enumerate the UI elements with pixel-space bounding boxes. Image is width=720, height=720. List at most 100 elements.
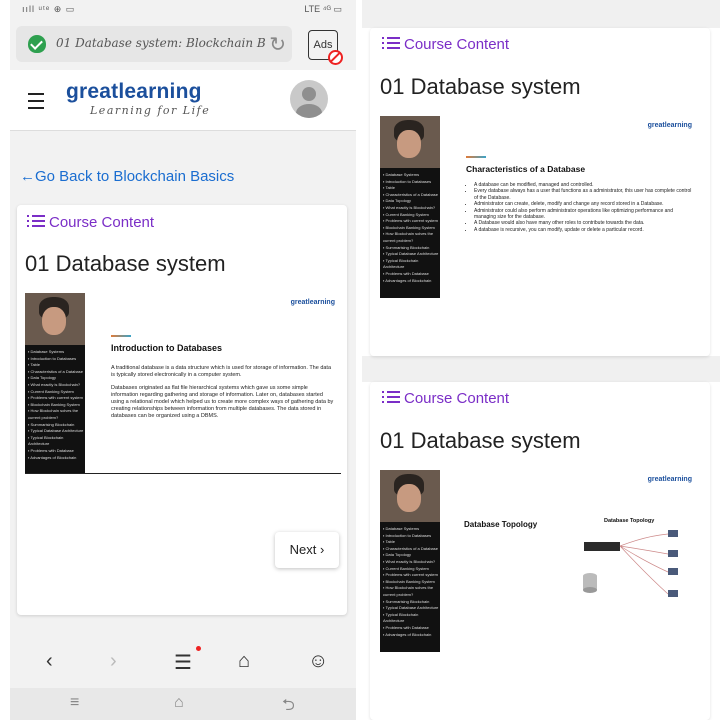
system-home-icon[interactable]: ⌂ [174,694,184,712]
slide-menu: ▪ Database Systems ▪ Introduction to Data… [383,526,439,638]
greatlearning-logo[interactable]: greatlearning Learning for Life [66,80,210,117]
client-node [668,530,678,537]
client-node [668,568,678,575]
slide-menu-item: ▪ What exactly is Blockchain? [28,381,81,387]
divider [362,0,720,28]
menu-icon[interactable]: ☰ [174,650,192,675]
hamburger-menu-icon[interactable] [28,93,44,109]
slide-brand: greatlearning [647,476,692,483]
slide-menu-item: ▪ Typical Database Architecture [383,251,439,257]
slide-menu-item: ▪ Database Systems [28,349,65,354]
slide-menu-item: ▪ Typical Blockchain Architecture [28,434,64,447]
list-icon [382,36,400,50]
list-icon [27,214,45,228]
slide-menu-item: ▪ Characteristics of a Database [28,368,83,374]
client-node [668,590,678,597]
slide-heading: Database Topology [464,520,538,529]
diagram-title: Database Topology [604,518,655,524]
slide-menu-item: ▪ Advantages of Blockchain [383,631,432,637]
slide-menu-item: ▪ Database Systems [383,172,420,177]
ads-label: Ads [313,39,333,51]
slide-heading: Characteristics of a Database [466,164,586,174]
video-slide[interactable]: ▪ Database Systems ▪ Introduction to Data… [25,293,341,474]
presenter-video [25,293,85,345]
slide-menu-item: ▪ Characteristics of a Database [383,191,438,197]
left-phone-screen: ııll ᵘᵗᵉ ⊕ ▭ LTE ⁴ᴳ ▭ 01 Database system… [10,0,356,720]
slide-menu: ▪ Database Systems ▪ Introduction to Data… [28,349,84,461]
bullet-item: Administrator could also perform adminis… [474,208,692,221]
connection-lines [619,533,669,595]
slide-menu-item: ▪ Summarising Blockchain [383,598,430,604]
reload-icon[interactable]: ↻ [269,32,286,57]
slide-menu-item: ▪ Typical Database Architecture [28,428,84,434]
next-button[interactable]: Next › [275,532,339,568]
course-content-label: Course Content [49,214,155,231]
url-text[interactable]: 01 Database system: Blockchain Basi... [56,36,266,50]
go-back-link[interactable]: ←Go Back to Blockchain Basics [20,168,234,185]
status-bar: ııll ᵘᵗᵉ ⊕ ▭ LTE ⁴ᴳ ▭ [10,0,356,18]
slide-menu-item: ▪ Summarising Blockchain [28,421,75,427]
slide-menu-item: ▪ Table [28,362,41,368]
slide-brand: greatlearning [290,299,335,306]
presenter-video [380,116,440,168]
slide-menu-item: ▪ Characteristics of a Database [383,545,438,551]
course-content-label: Course Content [404,390,510,407]
back-icon[interactable]: ‹ [46,650,53,673]
bullet-item: A database is recursive, you can modify,… [474,227,692,233]
secure-shield-icon [28,35,46,53]
bullet-item: Every database always has a user that fu… [474,188,692,201]
course-content-toggle[interactable]: Course Content [382,390,509,407]
video-slide[interactable]: ▪ Database Systems ▪ Introduction to Data… [380,470,698,652]
no-ads-icon [328,50,343,65]
lesson-title: 01 Database system [380,428,581,453]
next-label: Next [289,542,317,557]
slide-menu-item: ▪ Typical Database Architecture [383,605,439,611]
slide-brand: greatlearning [647,122,692,129]
slide-menu-item: ▪ Problems with Database [28,447,74,453]
slide-menu-item: ▪ How Blockchain solves the current prob… [383,585,434,597]
database-cylinder [583,587,597,593]
presenter-video [380,470,440,522]
course-content-toggle[interactable]: Course Content [27,214,154,231]
slide-menu-item: ▪ Blockchain Banking System [383,224,435,230]
bullet-list: A database can be modified, managed and … [466,182,692,233]
chevron-right-icon: › [320,542,325,557]
slide-menu-item: ▪ Data Topology [383,552,412,558]
logo-main: greatlearning [66,80,202,103]
slide-heading: Introduction to Databases [111,343,223,353]
tabs-icon[interactable]: ☺ [308,650,328,673]
slide-menu-item: ▪ Introduction to Databases [28,355,77,361]
slide-menu-item: ▪ Database Systems [383,526,420,531]
slide-menu-item: ▪ What exactly is Blockchain? [383,558,436,564]
list-icon [382,390,400,404]
slide-menu: ▪ Database Systems ▪ Introduction to Data… [383,172,439,284]
slide-menu-item: ▪ Advantages of Blockchain [28,454,77,460]
address-bar[interactable]: 01 Database system: Blockchain Basi... ↻ [16,26,292,62]
slide-bullets: A database can be modified, managed and … [466,182,692,233]
slide-para-2: Databases originated as flat file hierar… [111,385,334,419]
forward-icon[interactable]: › [110,650,117,673]
home-icon[interactable]: ⌂ [238,650,250,673]
slide-menu-item: ▪ Typical Blockchain Architecture [383,611,419,624]
slide-menu-item: ▪ Introduction to Databases [383,178,432,184]
slide-menu-item: ▪ Blockchain Banking System [28,401,80,407]
slide-menu-item: ▪ Problems with Database [383,270,429,276]
app-header: greatlearning Learning for Life [10,70,356,131]
slide-menu-item: ▪ What exactly is Blockchain? [383,204,436,210]
slide-menu-item: ▪ Typical Blockchain Architecture [383,257,419,270]
course-content-toggle[interactable]: Course Content [382,36,509,53]
client-node [668,550,678,557]
slide-menu-item: ▪ Table [383,539,396,545]
video-slide[interactable]: ▪ Database Systems ▪ Introduction to Data… [380,116,698,298]
slide-menu-item: ▪ Problems with current system [383,572,438,578]
avatar[interactable] [290,80,328,118]
ad-block-button[interactable]: Ads [308,30,343,65]
divider [362,356,720,382]
recent-apps-icon[interactable]: ≡ [70,694,79,712]
slide-menu-item: ▪ Problems with current system [383,218,438,224]
slide-menu-item: ▪ Summarising Blockchain [383,244,430,250]
right-top-card: Course Content 01 Database system ▪ Data… [370,28,710,356]
topology-diagram [583,530,678,597]
system-back-icon[interactable]: ⮌ [282,694,295,720]
slide-menu-item: ▪ Table [383,185,396,191]
